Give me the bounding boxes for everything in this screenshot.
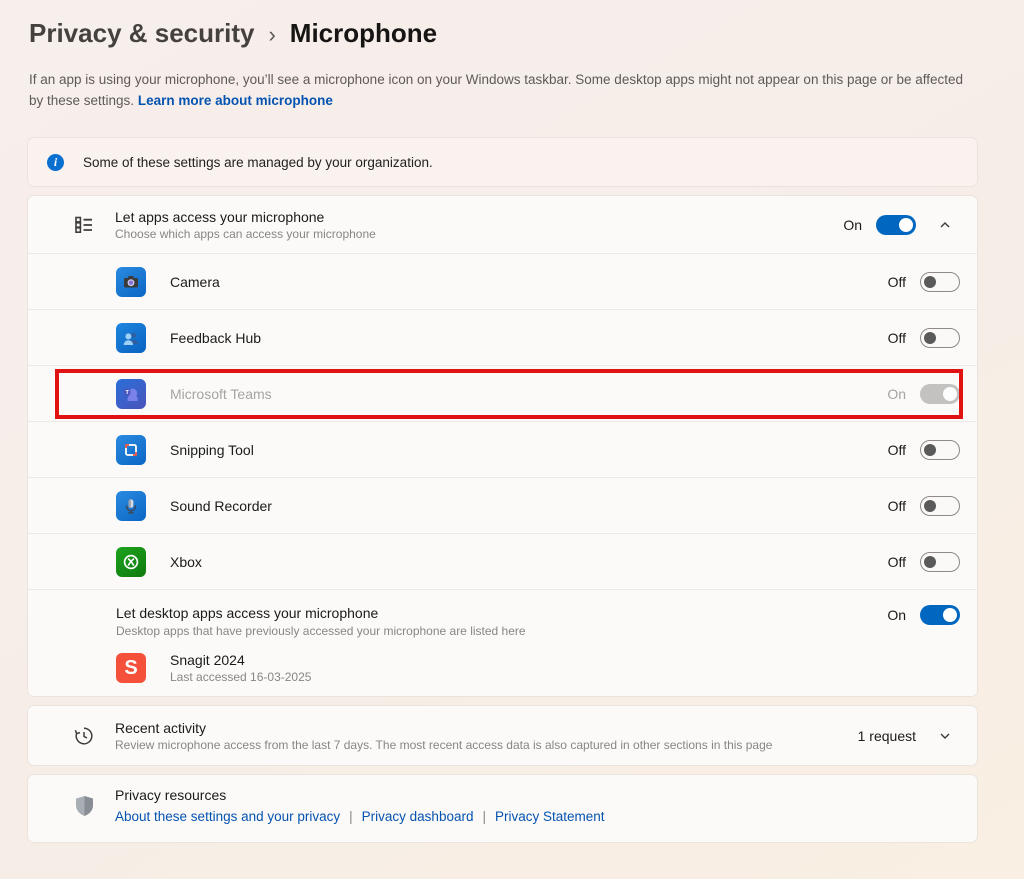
about-settings-link[interactable]: About these settings and your privacy xyxy=(115,809,340,824)
breadcrumb-chevron-icon: › xyxy=(268,20,275,48)
chevron-down-icon[interactable] xyxy=(930,721,960,751)
request-count: 1 request xyxy=(858,728,916,744)
microsoft-teams-toggle xyxy=(920,384,960,404)
link-separator: | xyxy=(482,809,486,824)
toggle-state-label: On xyxy=(843,217,862,233)
feedback-hub-app-icon xyxy=(116,323,146,353)
app-row-snipping-tool: Snipping Tool Off xyxy=(28,421,977,477)
app-name: Feedback Hub xyxy=(170,330,261,346)
mic-access-expander: Let apps access your microphone Choose w… xyxy=(27,195,978,697)
xbox-toggle[interactable] xyxy=(920,552,960,572)
sound-recorder-app-icon xyxy=(116,491,146,521)
app-name: Snagit 2024 xyxy=(170,652,311,668)
apps-access-toggle[interactable] xyxy=(876,215,916,235)
privacy-resources-title: Privacy resources xyxy=(115,787,605,803)
toggle-state-label: Off xyxy=(888,330,906,346)
privacy-resources-card: Privacy resources About these settings a… xyxy=(27,774,978,843)
snipping-tool-toggle[interactable] xyxy=(920,440,960,460)
history-icon xyxy=(73,725,95,747)
microsoft-teams-app-icon: T xyxy=(116,379,146,409)
desktop-section-subtitle: Desktop apps that have previously access… xyxy=(116,624,526,638)
app-name: Sound Recorder xyxy=(170,498,272,514)
app-row-feedback-hub: Feedback Hub Off xyxy=(28,309,977,365)
managed-banner-text: Some of these settings are managed by yo… xyxy=(83,155,433,170)
toggle-state-label: Off xyxy=(888,274,906,290)
recent-activity-row[interactable]: Recent activity Review microphone access… xyxy=(27,705,978,766)
snagit-app-icon: S xyxy=(116,653,146,683)
app-row-sound-recorder: Sound Recorder Off xyxy=(28,477,977,533)
app-row-microsoft-teams: T Microsoft Teams On xyxy=(28,365,977,421)
shield-icon xyxy=(73,795,95,817)
recent-activity-subtitle: Review microphone access from the last 7… xyxy=(115,738,772,752)
app-row-xbox: Xbox Off xyxy=(28,533,977,589)
chevron-up-icon[interactable] xyxy=(930,210,960,240)
feedback-hub-toggle[interactable] xyxy=(920,328,960,348)
managed-banner: i Some of these settings are managed by … xyxy=(27,137,978,187)
desktop-section-title: Let desktop apps access your microphone xyxy=(116,605,526,621)
section-title: Let apps access your microphone xyxy=(115,209,376,225)
app-name: Microsoft Teams xyxy=(170,386,272,402)
link-separator: | xyxy=(349,809,353,824)
microphone-settings-page: Privacy & security › Microphone If an ap… xyxy=(0,0,1024,843)
app-name: Xbox xyxy=(170,554,202,570)
toggle-knob xyxy=(924,332,936,344)
privacy-dashboard-link[interactable]: Privacy dashboard xyxy=(362,809,474,824)
app-name: Snipping Tool xyxy=(170,442,254,458)
toggle-knob xyxy=(943,608,957,622)
toggle-knob xyxy=(924,444,936,456)
camera-toggle[interactable] xyxy=(920,272,960,292)
xbox-app-icon xyxy=(116,547,146,577)
sound-recorder-toggle[interactable] xyxy=(920,496,960,516)
toggle-knob xyxy=(924,556,936,568)
section-subtitle: Choose which apps can access your microp… xyxy=(115,227,376,241)
page-title: Microphone xyxy=(290,18,437,49)
toggle-state-label: On xyxy=(887,607,906,623)
privacy-statement-link[interactable]: Privacy Statement xyxy=(495,809,605,824)
toggle-state-label: Off xyxy=(888,554,906,570)
recent-activity-title: Recent activity xyxy=(115,720,772,736)
privacy-resources-links: About these settings and your privacy | … xyxy=(115,809,605,824)
camera-app-icon xyxy=(116,267,146,297)
info-icon: i xyxy=(47,154,64,171)
toggle-knob xyxy=(924,500,936,512)
let-apps-access-row[interactable]: Let apps access your microphone Choose w… xyxy=(28,196,977,253)
toggle-state-label: Off xyxy=(888,442,906,458)
apps-list-icon xyxy=(73,214,95,236)
intro-text: If an app is using your microphone, you’… xyxy=(27,69,978,111)
desktop-apps-section: Let desktop apps access your microphone … xyxy=(28,589,977,696)
toggle-knob xyxy=(943,387,957,401)
breadcrumb: Privacy & security › Microphone xyxy=(27,18,978,49)
app-row-camera: Camera Off xyxy=(28,253,977,309)
desktop-app-row-snagit: S Snagit 2024 Last accessed 16-03-2025 xyxy=(116,652,960,684)
toggle-state-label: On xyxy=(887,386,906,402)
toggle-knob xyxy=(924,276,936,288)
svg-text:T: T xyxy=(125,390,129,396)
toggle-knob xyxy=(899,218,913,232)
last-accessed-text: Last accessed 16-03-2025 xyxy=(170,670,311,684)
learn-more-link[interactable]: Learn more about microphone xyxy=(138,93,333,108)
toggle-state-label: Off xyxy=(888,498,906,514)
app-name: Camera xyxy=(170,274,220,290)
breadcrumb-privacy-security[interactable]: Privacy & security xyxy=(29,18,254,49)
snipping-tool-app-icon xyxy=(116,435,146,465)
desktop-apps-toggle[interactable] xyxy=(920,605,960,625)
